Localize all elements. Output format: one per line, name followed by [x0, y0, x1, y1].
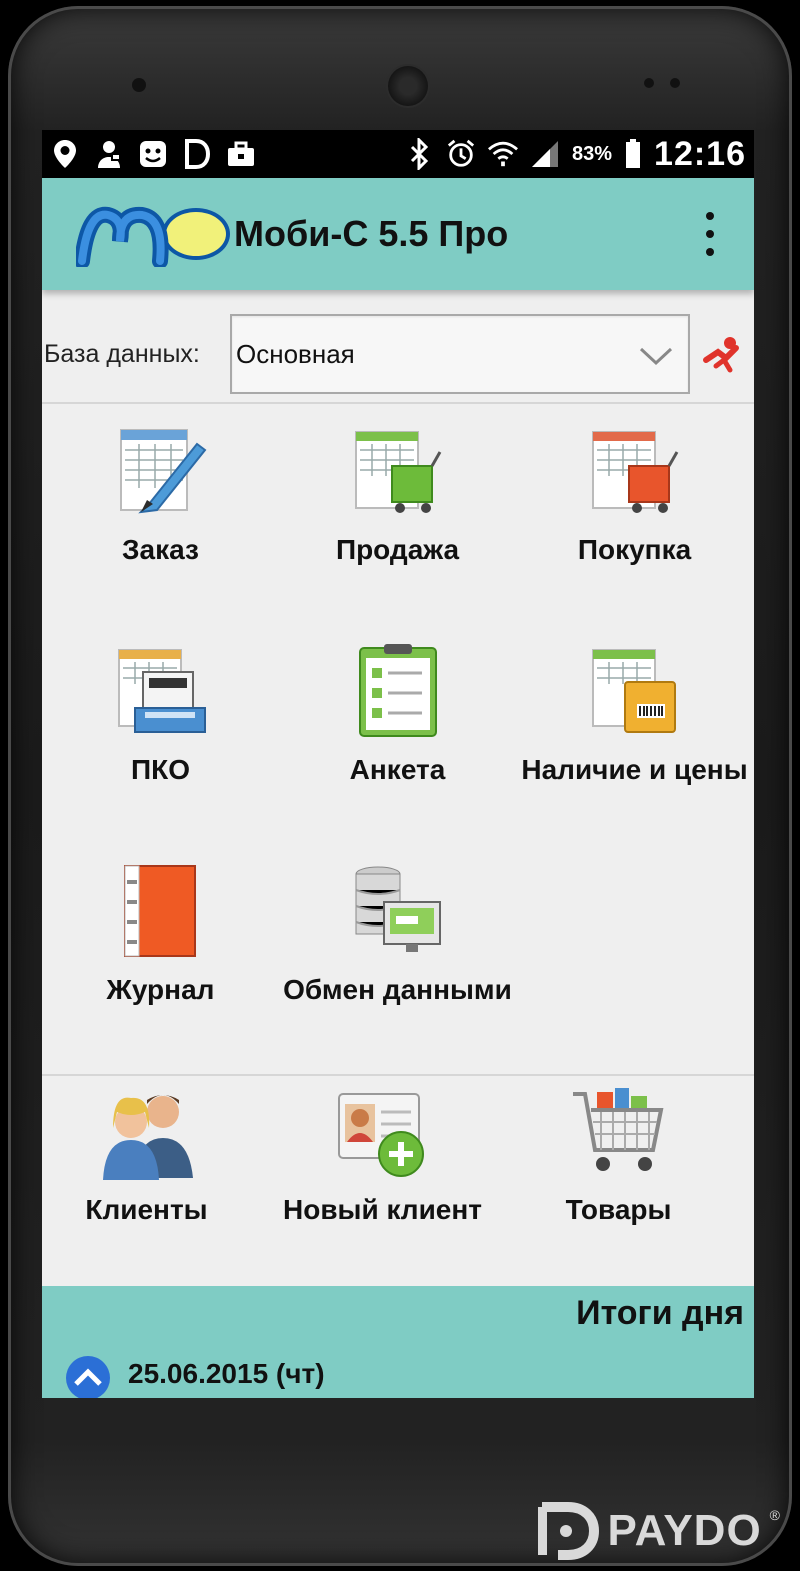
menu-item-sale[interactable]: Продажа — [279, 422, 516, 568]
quick-item-clients[interactable]: Клиенты — [42, 1082, 265, 1228]
day-totals-date: 25.06.2015 (чт) — [128, 1358, 325, 1389]
signal-icon — [530, 139, 560, 169]
menu-item-label: Обмен данными — [283, 974, 512, 1005]
purchase-icon — [591, 431, 678, 513]
sync-database-icon[interactable] — [700, 334, 746, 374]
menu-item-stock-prices[interactable]: Наличие и цены — [516, 642, 753, 788]
database-select[interactable]: Основная — [230, 314, 690, 394]
menu-item-label: ПКО — [131, 754, 190, 785]
questionnaire-icon — [358, 644, 437, 737]
products-cart-icon — [572, 1088, 663, 1171]
quick-item-label: Клиенты — [85, 1194, 208, 1225]
app-screen: 83% 12:16 Моби-С 5.5 Про База данных: Ос… — [42, 130, 754, 1398]
chevron-down-icon — [639, 347, 673, 366]
paydo-logo-icon — [537, 1502, 599, 1560]
battery-percent: 83% — [572, 142, 613, 165]
proximity-sensor-icon — [644, 78, 654, 88]
person-icon — [94, 139, 124, 169]
menu-item-data-exchange[interactable]: Обмен данными — [279, 862, 516, 1008]
wifi-icon — [488, 139, 518, 169]
journal-icon — [123, 865, 196, 957]
data-exchange-icon — [355, 866, 441, 952]
status-bar: 83% 12:16 — [42, 130, 754, 178]
menu-item-label: Журнал — [106, 974, 215, 1005]
alarm-icon — [446, 139, 476, 169]
chevron-up-icon[interactable] — [64, 1354, 112, 1398]
app-bar: Моби-С 5.5 Про — [42, 178, 754, 290]
quick-item-label: Новый клиент — [283, 1194, 482, 1225]
menu-item-label: Покупка — [577, 534, 692, 565]
location-icon — [50, 139, 80, 169]
clock: 12:16 — [654, 134, 746, 173]
watermark: PAYDO ® — [537, 1501, 780, 1561]
battery-icon — [624, 139, 642, 169]
menu-item-label: Анкета — [349, 754, 446, 785]
divider — [42, 1074, 754, 1076]
database-row: База данных: Основная — [42, 306, 754, 402]
database-label: База данных: — [44, 339, 200, 368]
menu-item-purchase[interactable]: Покупка — [516, 422, 753, 568]
mc-logo-icon — [76, 206, 230, 267]
cash-receipt-icon — [117, 649, 206, 733]
stock-prices-icon — [591, 649, 676, 733]
database-value: Основная — [236, 338, 355, 369]
watermark-reg: ® — [769, 1507, 780, 1523]
face-icon — [138, 139, 168, 169]
quick-item-products[interactable]: Товары — [500, 1082, 737, 1228]
new-client-icon — [337, 1093, 424, 1177]
menu-item-journal[interactable]: Журнал — [42, 862, 279, 1008]
clients-icon — [102, 1095, 193, 1180]
menu-item-label: Наличие и цены — [521, 754, 748, 785]
app-title: Моби-С 5.5 Про — [234, 213, 509, 254]
bluetooth-icon — [404, 138, 434, 170]
divider — [42, 402, 754, 404]
light-sensor-icon — [670, 78, 680, 88]
menu-item-questionnaire[interactable]: Анкета — [279, 642, 516, 788]
menu-item-label: Продажа — [335, 534, 460, 565]
menu-item-label: Заказ — [122, 534, 199, 565]
quick-item-new-client[interactable]: Новый клиент — [264, 1082, 501, 1228]
quick-item-label: Товары — [565, 1194, 672, 1225]
d-icon — [182, 139, 212, 169]
briefcase-icon — [226, 139, 256, 169]
front-sensor-icon — [132, 78, 146, 92]
sale-icon — [354, 431, 441, 513]
overflow-menu-icon[interactable] — [700, 212, 720, 256]
front-camera-icon — [388, 66, 428, 106]
menu-item-cash-receipt[interactable]: ПКО — [42, 642, 279, 788]
watermark-text: PAYDO — [607, 1506, 762, 1555]
menu-item-order[interactable]: Заказ — [42, 422, 279, 568]
day-totals-bar[interactable]: 25.06.2015 (чт) Итоги дня — [42, 1286, 754, 1398]
day-totals-title: Итоги дня — [576, 1294, 744, 1332]
order-icon — [119, 429, 206, 514]
